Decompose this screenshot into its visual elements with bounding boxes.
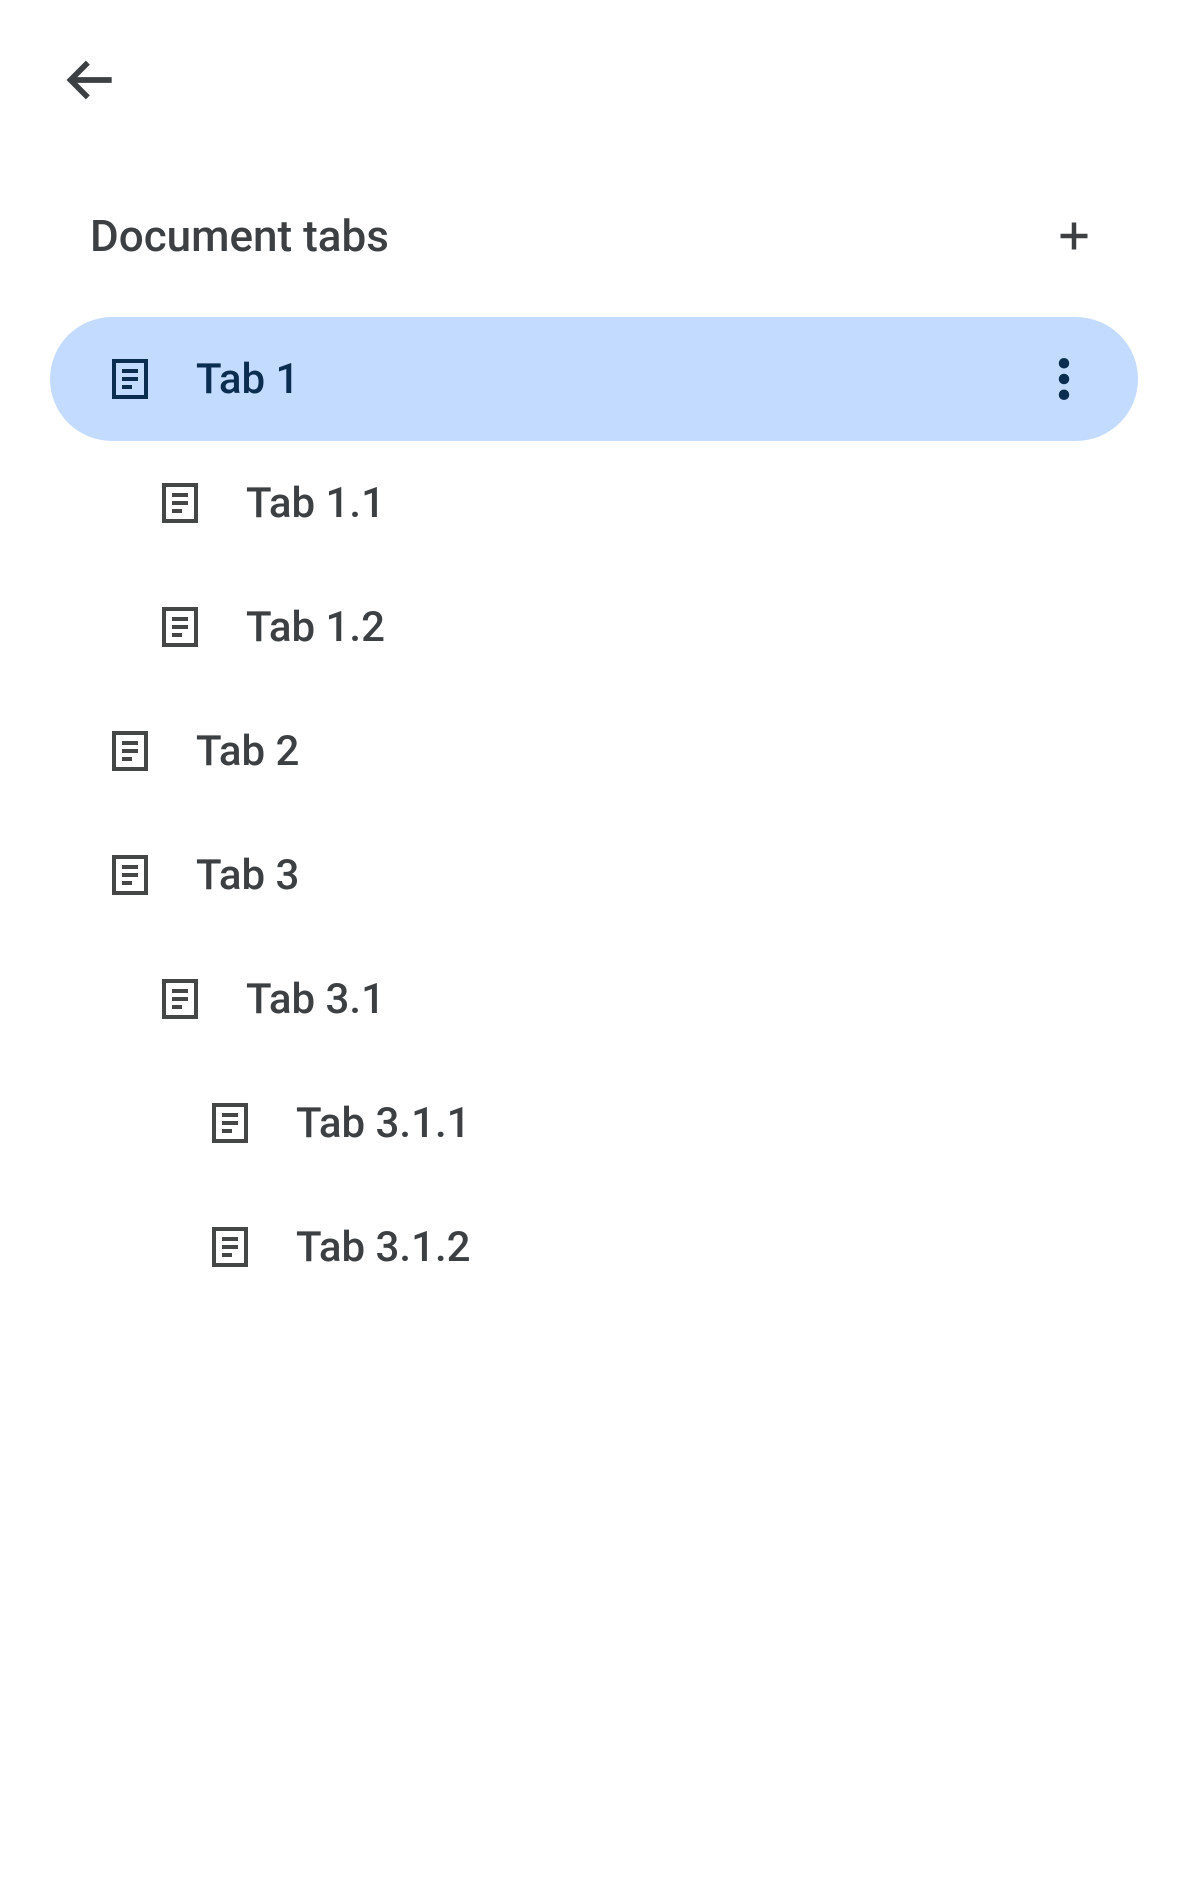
tab-more-button[interactable] [1040,355,1088,403]
back-button[interactable] [60,50,120,110]
document-icon [156,603,204,651]
document-icon [206,1099,254,1147]
tab-list: Tab 1 Tab 1.1 [50,317,1138,1309]
document-icon [106,851,154,899]
tab-label: Tab 3.1 [246,975,1108,1024]
tab-item[interactable]: Tab 1.2 [50,565,1138,689]
tab-label: Tab 2 [196,727,1108,776]
document-icon [206,1223,254,1271]
panel-header: Document tabs [50,210,1138,262]
tab-label: Tab 3 [196,851,1108,900]
document-icon [156,975,204,1023]
panel-title: Document tabs [90,210,389,262]
tab-item[interactable]: Tab 2 [50,689,1138,813]
tab-label: Tab 1.2 [246,603,1108,652]
tab-item[interactable]: Tab 3.1 [50,937,1138,1061]
arrow-left-icon [64,54,116,106]
document-icon [106,727,154,775]
tab-label: Tab 1.1 [246,479,1108,528]
add-tab-button[interactable] [1050,212,1098,260]
tab-label: Tab 3.1.1 [296,1099,1108,1148]
document-icon [156,479,204,527]
tab-label: Tab 1 [196,355,1040,404]
tab-item[interactable]: Tab 1.1 [50,441,1138,565]
tab-label: Tab 3.1.2 [296,1223,1108,1272]
document-icon [106,355,154,403]
more-vertical-icon [1058,358,1070,400]
tab-item[interactable]: Tab 1 [50,317,1138,441]
tab-item[interactable]: Tab 3 [50,813,1138,937]
plus-icon [1056,218,1092,254]
tab-item[interactable]: Tab 3.1.1 [50,1061,1138,1185]
tab-item[interactable]: Tab 3.1.2 [50,1185,1138,1309]
